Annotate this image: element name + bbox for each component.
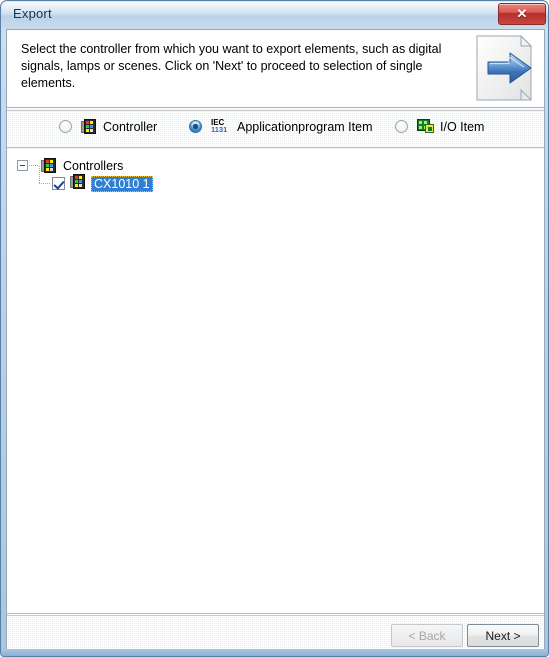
export-type-options: Controller IEC 1131 Applicationprogram I… — [7, 108, 544, 148]
instruction-panel: Select the controller from which you wan… — [7, 30, 544, 108]
io-item-icon — [417, 119, 434, 134]
export-dialog-window: Export ✕ Select the controller from whic… — [0, 0, 549, 657]
iec-1131-icon: IEC 1131 — [211, 119, 231, 134]
tree-root-label: Controllers — [63, 158, 124, 173]
radio-applicationprogram-label: Applicationprogram Item — [237, 119, 373, 134]
radio-option-applicationprogram-item[interactable]: IEC 1131 Applicationprogram Item — [189, 119, 372, 134]
controller-tree-view[interactable]: Controllers CX1010 1 — [7, 149, 544, 614]
close-icon: ✕ — [516, 6, 528, 21]
radio-applicationprogram-indicator[interactable] — [189, 120, 202, 133]
tree-item-checkbox[interactable] — [52, 177, 65, 190]
tree-item-cx1010[interactable]: CX1010 1 — [39, 166, 153, 194]
iec-icon-bottom-text: 1131 — [211, 125, 228, 134]
controller-icon — [70, 173, 86, 194]
radio-controller-label: Controller — [103, 119, 158, 134]
tree-connector-line — [29, 165, 39, 166]
radio-io-label: I/O Item — [440, 119, 485, 134]
controller-icon — [41, 158, 57, 173]
tree-item-label[interactable]: CX1010 1 — [91, 175, 153, 192]
export-document-arrow-icon — [474, 34, 536, 104]
title-bar-gloss — [2, 2, 548, 13]
radio-controller-indicator[interactable] — [59, 120, 72, 133]
radio-option-controller[interactable]: Controller — [59, 119, 157, 134]
radio-io-indicator[interactable] — [395, 120, 408, 133]
close-button[interactable]: ✕ — [498, 3, 546, 25]
window-title: Export — [13, 6, 52, 21]
radio-option-io-item[interactable]: I/O Item — [395, 119, 484, 134]
instruction-text: Select the controller from which you wan… — [21, 42, 442, 90]
tree-item-controllers[interactable]: Controllers — [17, 157, 123, 174]
title-bar: Export ✕ — [1, 1, 548, 29]
tree-connector-elbow — [39, 166, 52, 192]
dialog-client-area: Select the controller from which you wan… — [6, 29, 545, 651]
controller-icon — [81, 119, 97, 134]
window-bottom-frame — [1, 649, 548, 656]
dialog-button-bar: < Back Next > — [7, 614, 544, 651]
back-button[interactable]: < Back — [391, 624, 463, 647]
tree-expander-icon[interactable] — [17, 160, 28, 171]
next-button[interactable]: Next > — [467, 624, 539, 647]
